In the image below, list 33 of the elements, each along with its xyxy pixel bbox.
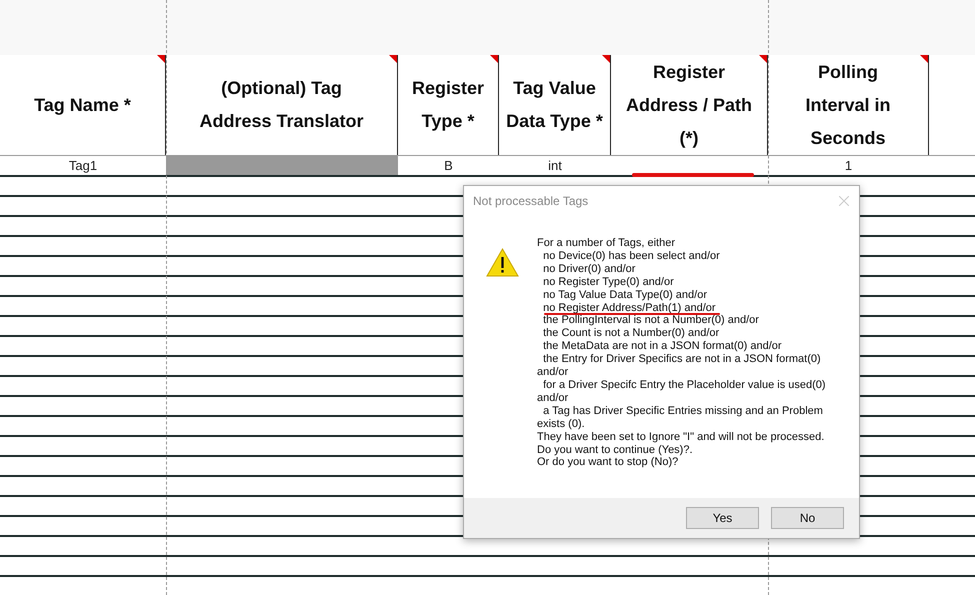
message-line: no Register Type(0) and/or bbox=[542, 276, 674, 289]
message-line: Do you want to continue (Yes)?. bbox=[537, 444, 693, 456]
column-header: Register Type * bbox=[410, 77, 486, 133]
yes-button[interactable]: Yes bbox=[686, 507, 759, 529]
message-line: no Register Address/Path(1) and/or bbox=[537, 302, 716, 314]
message-line: For a number of Tags, either bbox=[537, 237, 675, 250]
message-line: for a Driver Specifc Entry the Placeholder value is used(0) bbox=[542, 378, 826, 392]
table-cell-text: int bbox=[547, 157, 563, 175]
table-cell-text: 1 bbox=[844, 157, 854, 175]
column-header: (Optional) Tag Address Translator bbox=[198, 77, 365, 133]
column-header: Register Address / Path (*) bbox=[624, 60, 754, 150]
message-line: Or do you want to stop (No)? bbox=[537, 456, 678, 470]
message-line: the PollingInterval is not a Number(0) and/or bbox=[542, 314, 759, 328]
no-button[interactable]: No bbox=[771, 507, 844, 529]
column-header: Tag Name * bbox=[33, 94, 132, 117]
table-cell-text: B bbox=[443, 157, 454, 175]
warning-icon bbox=[486, 248, 519, 277]
message-line: and/or bbox=[537, 366, 568, 379]
message-line: They have been set to Ignore "I" and will not be processed. bbox=[537, 430, 824, 444]
message-line: the Entry for Driver Specifics are not in a JSON format(0) bbox=[542, 353, 821, 366]
message-line: and/or bbox=[537, 392, 568, 405]
message-line: no Tag Value Data Type(0) and/or bbox=[542, 288, 708, 302]
table-cell-text: Tag1 bbox=[68, 157, 98, 175]
message-line: exists (0). bbox=[537, 418, 585, 431]
message-line: the Count is not a Number(0) and/or bbox=[542, 327, 720, 340]
close-icon[interactable] bbox=[839, 196, 849, 206]
message-line: a Tag has Driver Specific Entries missing and an Problem bbox=[542, 404, 823, 418]
message-line: no Device(0) has been select and/or bbox=[542, 250, 720, 263]
dialog-title: Not processable Tags bbox=[473, 194, 588, 208]
column-header: Polling Interval in Seconds bbox=[804, 60, 892, 150]
column-header: Tag Value Data Type * bbox=[505, 77, 604, 133]
message-line: no Driver(0) and/or bbox=[542, 262, 636, 276]
message-line: the MetaData are not in a JSON format(0) and/or bbox=[542, 340, 782, 354]
